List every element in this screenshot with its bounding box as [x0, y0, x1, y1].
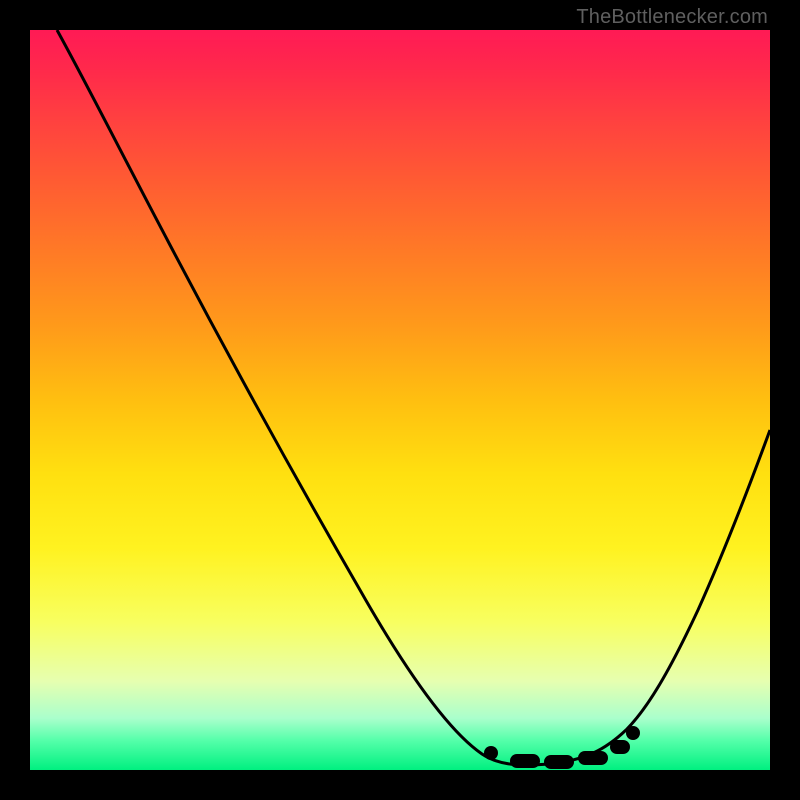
chart-frame: TheBottlenecker.com: [0, 0, 800, 800]
v-curve: [57, 30, 770, 765]
attribution-watermark: TheBottlenecker.com: [576, 6, 768, 29]
plot-area: [30, 30, 770, 770]
curve-layer: [30, 30, 770, 770]
